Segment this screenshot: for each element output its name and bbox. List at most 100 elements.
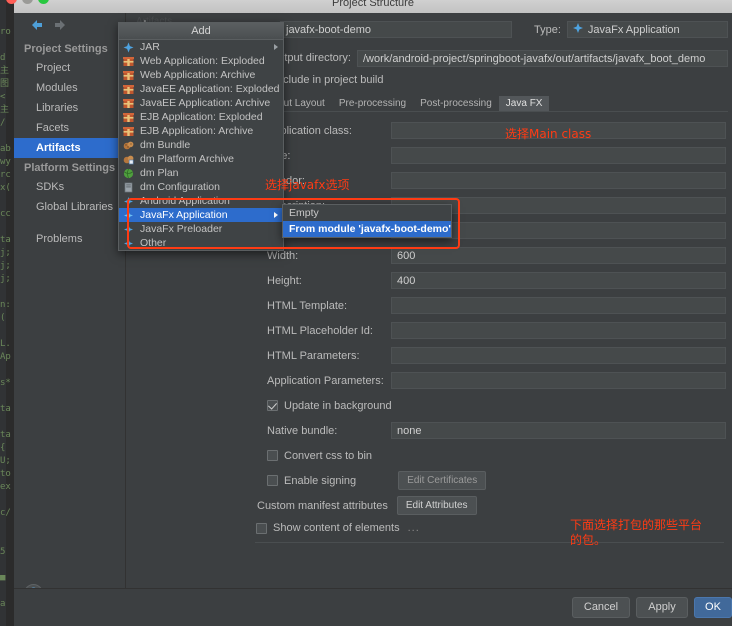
menu-item-label: Other xyxy=(140,237,167,249)
menu-item-javaee-application-archive[interactable]: JavaEE Application: Archive xyxy=(119,96,283,110)
convert-css-to-bin-checkbox[interactable] xyxy=(267,450,278,461)
chevron-right-icon xyxy=(274,44,278,50)
application-parameters-input[interactable] xyxy=(391,372,726,389)
html-parameters-label: HTML Parameters: xyxy=(267,349,360,362)
dialog-footer: Cancel Apply OK xyxy=(14,588,732,626)
annotation-choose-javafx: 选择javafx选项 xyxy=(265,178,350,192)
field-row-height: Height: 400 xyxy=(251,268,728,293)
html-template-label: HTML Template: xyxy=(267,299,348,312)
ok-button[interactable]: OK xyxy=(694,597,732,618)
jar-icon xyxy=(123,42,136,53)
convert-css-row: Convert css to bin xyxy=(251,443,728,468)
forward-arrow-icon[interactable] xyxy=(51,18,69,34)
menu-item-other[interactable]: Other xyxy=(119,236,283,250)
html-placeholder-id-input[interactable] xyxy=(391,322,726,339)
field-row-html-parameters: HTML Parameters: xyxy=(251,343,728,368)
sidebar-item-project[interactable]: Project xyxy=(14,58,125,78)
show-content-of-elements-label: Show content of elements xyxy=(273,522,400,534)
sidebar-item-facets[interactable]: Facets xyxy=(14,118,125,138)
enable-signing-checkbox[interactable] xyxy=(267,475,278,486)
sidebar-item-libraries[interactable]: Libraries xyxy=(14,98,125,118)
enable-signing-label: Enable signing xyxy=(284,474,357,487)
menu-item-label: Android Application xyxy=(140,195,230,207)
annotation-choose-main-class: 选择Main class xyxy=(505,127,592,141)
output-directory-input[interactable]: /work/android-project/springboot-javafx/… xyxy=(357,49,728,67)
tab-java-fx[interactable]: Java FX xyxy=(498,96,550,111)
width-input[interactable]: 600 xyxy=(391,247,726,264)
sidebar-group-header-platform-settings: Platform Settings xyxy=(24,162,116,174)
javafx-icon xyxy=(572,22,583,38)
menu-item-label: dm Plan xyxy=(140,167,179,179)
show-content-more-button[interactable]: ... xyxy=(408,522,420,534)
sidebar-divider xyxy=(14,217,125,229)
submenu-item-from-module[interactable]: From module 'javafx-boot-demo' xyxy=(283,221,451,237)
height-input[interactable]: 400 xyxy=(391,272,726,289)
custom-manifest-row: Custom manifest attributes Edit Attribut… xyxy=(251,493,728,518)
menu-item-dm-bundle[interactable]: dm Bundle xyxy=(119,138,283,152)
menu-item-label: JavaEE Application: Archive xyxy=(140,97,271,109)
menu-item-ejb-application-exploded[interactable]: EJB Application: Exploded xyxy=(119,110,283,124)
menu-item-dm-configuration[interactable]: dm Configuration xyxy=(119,180,283,194)
sidebar-item-sdks[interactable]: SDKs xyxy=(14,177,125,197)
artifact-type-select[interactable]: JavaFx Application xyxy=(566,21,728,38)
edit-certificates-button[interactable]: Edit Certificates xyxy=(398,471,487,490)
menu-item-dm-platform-archive[interactable]: dm Platform Archive xyxy=(119,152,283,166)
show-content-of-elements-checkbox[interactable] xyxy=(256,522,267,534)
html-template-input[interactable] xyxy=(391,297,726,314)
add-menu-title: Add xyxy=(119,23,283,40)
javaee-app-icon xyxy=(123,84,136,95)
editor-code-text: ro d 主 图 < 主 / ab wy rc x( cc ta j; j; j… xyxy=(0,27,11,626)
menu-item-label: JavaFx Application xyxy=(140,209,228,221)
sidebar-item-problems[interactable]: Problems xyxy=(14,229,125,249)
artifact-type-value: JavaFx Application xyxy=(587,23,680,36)
width-label: Width: xyxy=(267,249,299,262)
convert-css-to-bin-label: Convert css to bin xyxy=(284,449,373,462)
sidebar-item-global-libraries[interactable]: Global Libraries xyxy=(14,197,125,217)
field-row-application-parameters: Application Parameters: xyxy=(251,368,728,393)
menu-item-web-application-exploded[interactable]: Web Application: Exploded xyxy=(119,54,283,68)
menu-item-label: EJB Application: Archive xyxy=(140,125,254,137)
sidebar-item-modules[interactable]: Modules xyxy=(14,78,125,98)
dm-config-icon xyxy=(123,182,136,193)
title-input[interactable] xyxy=(391,147,726,164)
menu-item-android-application[interactable]: Android Application xyxy=(119,194,283,208)
tab-post-processing[interactable]: Post-processing xyxy=(413,96,499,111)
edit-attributes-button[interactable]: Edit Attributes xyxy=(396,496,477,515)
menu-item-label: dm Bundle xyxy=(140,139,191,151)
artifact-name-row: javafx-boot-demo Type: JavaFx Applicatio… xyxy=(251,19,728,40)
vendor-input[interactable] xyxy=(391,172,726,189)
update-in-background-row: Update in background xyxy=(251,393,728,418)
menu-item-label: dm Platform Archive xyxy=(140,153,234,165)
cancel-button[interactable]: Cancel xyxy=(572,597,630,618)
menu-item-javafx-preloader[interactable]: JavaFx Preloader xyxy=(119,222,283,236)
add-artifact-menu: Add JAR Web Application: Exploded Web Ap… xyxy=(118,22,284,251)
update-in-background-label: Update in background xyxy=(284,399,392,412)
apply-button[interactable]: Apply xyxy=(636,597,688,618)
other-icon xyxy=(123,238,136,249)
menu-item-ejb-application-archive[interactable]: EJB Application: Archive xyxy=(119,124,283,138)
html-placeholder-id-label: HTML Placeholder Id: xyxy=(267,324,373,337)
menu-item-web-application-archive[interactable]: Web Application: Archive xyxy=(119,68,283,82)
enable-signing-row: Enable signing Edit Certificates xyxy=(251,468,728,493)
custom-manifest-attributes-label: Custom manifest attributes xyxy=(257,499,388,512)
output-directory-row: Output directory: /work/android-project/… xyxy=(251,47,728,69)
html-parameters-input[interactable] xyxy=(391,347,726,364)
menu-item-dm-plan[interactable]: dm Plan xyxy=(119,166,283,180)
menu-item-label: JavaEE Application: Exploded xyxy=(140,83,280,95)
sidebar-item-artifacts[interactable]: Artifacts xyxy=(14,138,125,158)
artifact-name-input[interactable]: javafx-boot-demo xyxy=(280,21,512,38)
menu-item-jar[interactable]: JAR xyxy=(119,40,283,54)
tab-pre-processing[interactable]: Pre-processing xyxy=(332,96,413,111)
android-app-icon xyxy=(123,196,136,207)
menu-item-label: JAR xyxy=(140,41,160,53)
menu-item-javaee-application-exploded[interactable]: JavaEE Application: Exploded xyxy=(119,82,283,96)
update-in-background-checkbox[interactable] xyxy=(267,400,278,411)
javaee-app-icon xyxy=(123,98,136,109)
native-bundle-select[interactable]: none xyxy=(391,422,726,439)
field-row-title: Title: xyxy=(251,143,728,168)
menu-item-javafx-application[interactable]: JavaFx Application xyxy=(119,208,283,222)
include-in-build-row: Include in project build xyxy=(251,70,728,90)
artifact-tabs: Output Layout Pre-processing Post-proces… xyxy=(255,94,728,112)
submenu-item-empty[interactable]: Empty xyxy=(283,205,451,221)
back-arrow-icon[interactable] xyxy=(30,18,48,34)
